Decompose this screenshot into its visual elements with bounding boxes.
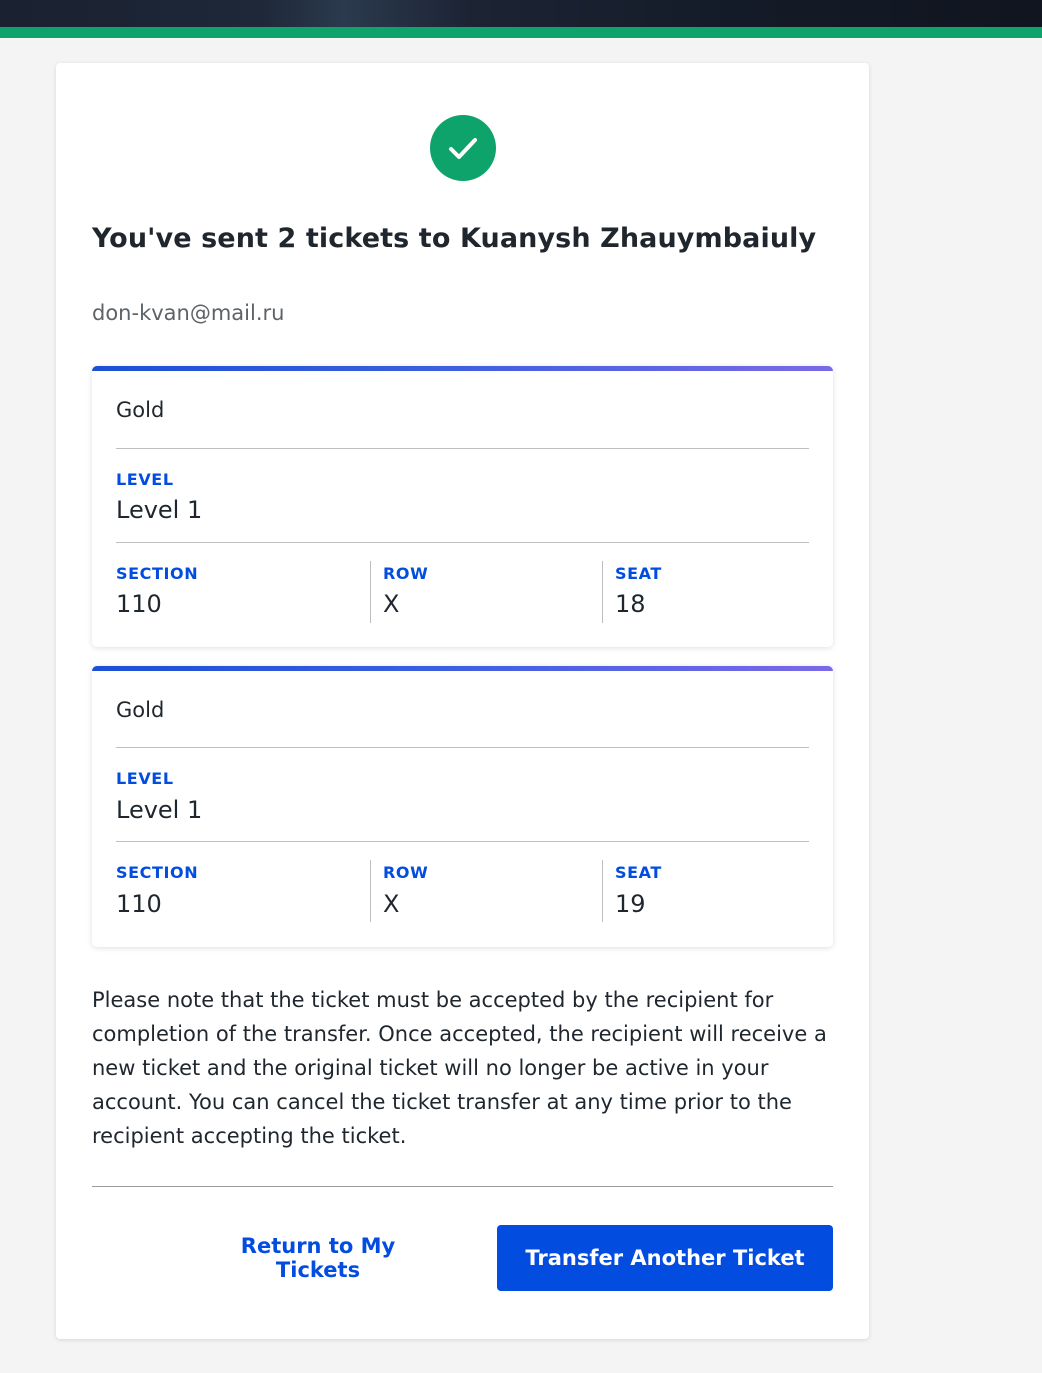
row-value: X <box>383 590 400 618</box>
seat-value: 19 <box>615 890 646 918</box>
ticket-type: Gold <box>116 398 165 422</box>
section-label: SECTION <box>116 564 199 583</box>
level-value: Level 1 <box>116 796 203 824</box>
ticket-card: Gold LEVEL Level 1 SECTION 110 ROW X SEA… <box>92 666 833 947</box>
divider <box>92 1186 833 1187</box>
level-value: Level 1 <box>116 496 203 524</box>
section-value: 110 <box>116 890 162 918</box>
checkmark-icon <box>430 115 496 181</box>
column-divider <box>602 561 603 623</box>
divider <box>116 747 809 748</box>
divider <box>116 448 809 449</box>
return-to-my-tickets-button[interactable]: Return to My Tickets <box>198 1225 438 1291</box>
section-label: SECTION <box>116 863 199 882</box>
divider <box>116 542 809 543</box>
confirmation-title: You've sent 2 tickets to Kuanysh Zhauymb… <box>92 223 817 254</box>
column-divider <box>602 860 603 922</box>
row-label: ROW <box>383 863 429 882</box>
row-value: X <box>383 890 400 918</box>
level-label: LEVEL <box>116 470 174 489</box>
ticket-card: Gold LEVEL Level 1 SECTION 110 ROW X SEA… <box>92 366 833 647</box>
row-label: ROW <box>383 564 429 583</box>
header-banner <box>0 0 1042 27</box>
transfer-another-ticket-button[interactable]: Transfer Another Ticket <box>497 1225 833 1291</box>
header-accent-bar <box>0 27 1042 38</box>
transfer-confirmation-card: You've sent 2 tickets to Kuanysh Zhauymb… <box>56 63 869 1339</box>
seat-label: SEAT <box>615 863 662 882</box>
divider <box>116 841 809 842</box>
column-divider <box>370 561 371 623</box>
recipient-email: don-kvan@mail.ru <box>92 301 285 325</box>
seat-label: SEAT <box>615 564 662 583</box>
ticket-type: Gold <box>116 698 165 722</box>
ticket-accent-stripe <box>92 366 833 371</box>
level-label: LEVEL <box>116 769 174 788</box>
ticket-accent-stripe <box>92 666 833 671</box>
column-divider <box>370 860 371 922</box>
transfer-note: Please note that the ticket must be acce… <box>92 988 827 1148</box>
section-value: 110 <box>116 590 162 618</box>
seat-value: 18 <box>615 590 646 618</box>
